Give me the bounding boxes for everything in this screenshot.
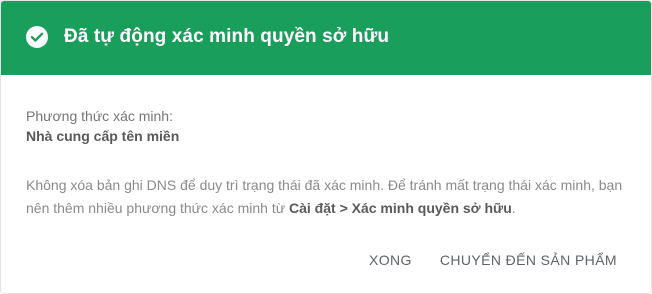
verification-method-value: Nhà cung cấp tên miền xyxy=(26,128,180,144)
go-to-product-button[interactable]: CHUYỂN ĐẾN SẢN PHẨM xyxy=(440,252,617,268)
dialog-actions: XONG CHUYỂN ĐẾN SẢN PHẨM xyxy=(369,252,617,268)
dialog-body: Phương thức xác minh: Nhà cung cấp tên m… xyxy=(1,75,651,220)
dns-note-end: . xyxy=(511,200,516,216)
verification-method-label: Phương thức xác minh: xyxy=(26,108,173,124)
done-button[interactable]: XONG xyxy=(369,252,412,268)
verification-dialog: Đã tự động xác minh quyền sở hữu Phương … xyxy=(0,0,652,294)
dns-note: Không xóa bản ghi DNS để duy trì trạng t… xyxy=(26,174,626,220)
dialog-title: Đã tự động xác minh quyền sở hữu xyxy=(64,26,390,47)
dialog-header: Đã tự động xác minh quyền sở hữu xyxy=(1,1,651,75)
settings-path: Cài đặt > Xác minh quyền sở hữu xyxy=(289,200,512,216)
check-circle-icon xyxy=(26,26,48,48)
